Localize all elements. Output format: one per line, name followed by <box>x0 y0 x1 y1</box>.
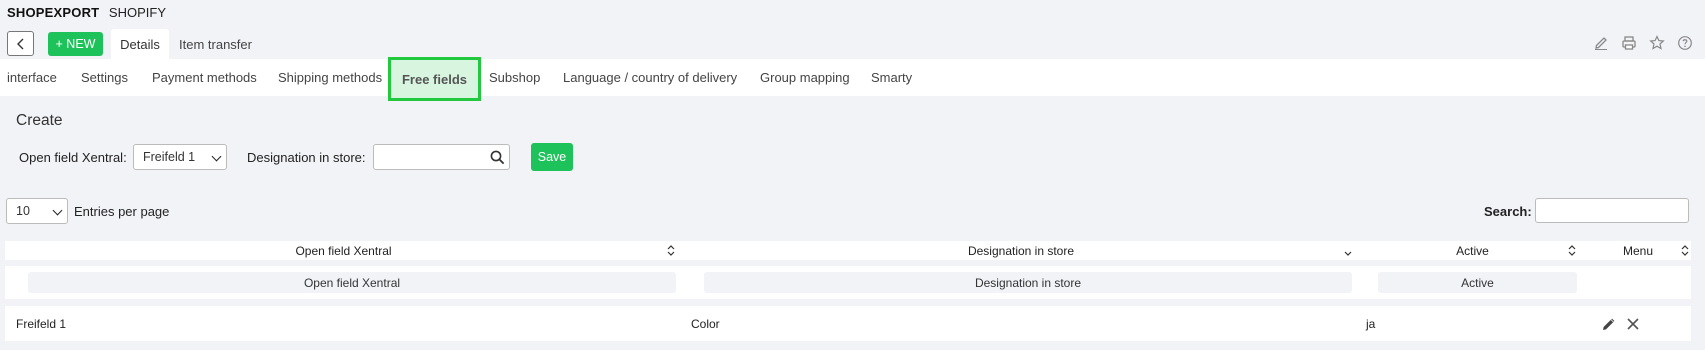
subnav-language-country[interactable]: Language / country of delivery <box>563 59 737 96</box>
toolbar-icons <box>1593 35 1693 51</box>
sort-icon[interactable] <box>1681 244 1689 257</box>
star-icon[interactable] <box>1649 35 1665 51</box>
open-field-select[interactable]: Freifeld 1 <box>133 144 227 170</box>
designation-label: Designation in store: <box>247 150 366 165</box>
cell-designation: Color <box>691 316 720 331</box>
edit-icon[interactable] <box>1601 316 1617 332</box>
subnav-payment-methods[interactable]: Payment methods <box>152 59 257 96</box>
column-header-open-field[interactable]: Open field Xentral <box>5 241 682 260</box>
module-name: SHOPEXPORT <box>7 5 100 20</box>
delete-icon[interactable] <box>1626 317 1640 331</box>
print-icon[interactable] <box>1621 35 1637 51</box>
entries-per-page-select[interactable]: 10 <box>6 198 68 224</box>
open-field-label: Open field Xentral: <box>19 150 127 165</box>
open-field-value: Freifeld 1 <box>143 150 196 164</box>
pencil-icon[interactable] <box>1593 35 1609 51</box>
create-heading: Create <box>16 112 63 129</box>
entries-value: 10 <box>16 204 30 218</box>
cell-active: ja <box>1366 316 1376 331</box>
subnav-shipping-methods[interactable]: Shipping methods <box>278 59 382 96</box>
sub-navigation: interface Settings Payment methods Shipp… <box>0 57 1705 101</box>
sort-icon[interactable] <box>1568 244 1576 257</box>
column-header-active[interactable]: Active <box>1360 241 1585 260</box>
cell-open-field: Freifeld 1 <box>16 316 67 331</box>
filter-open-field[interactable]: Open field Xentral <box>28 272 676 293</box>
subnav-subshop[interactable]: Subshop <box>489 59 540 96</box>
table-row: Freifeld 1 Color ja <box>5 306 1691 341</box>
tab-item-transfer[interactable]: Item transfer <box>179 29 252 59</box>
new-button[interactable]: + NEW <box>48 32 103 56</box>
subnav-group-mapping[interactable]: Group mapping <box>760 59 850 96</box>
save-button[interactable]: Save <box>531 143 573 171</box>
page-title: SHOPEXPORT SHOPIFY <box>7 5 166 20</box>
search-icon[interactable] <box>490 150 505 165</box>
table-filter-row: Open field Xentral Designation in store … <box>5 266 1691 299</box>
filter-active[interactable]: Active <box>1378 272 1577 293</box>
chevron-down-icon <box>52 205 63 216</box>
chevron-down-icon <box>211 151 222 162</box>
sort-desc-icon[interactable] <box>1344 244 1352 257</box>
module-sub: SHOPIFY <box>108 5 166 20</box>
subnav-interface[interactable]: interface <box>7 59 57 96</box>
help-icon[interactable] <box>1677 35 1693 51</box>
entries-per-page-label: Entries per page <box>74 204 170 219</box>
filter-designation[interactable]: Designation in store <box>704 272 1352 293</box>
search-label: Search: <box>1484 204 1532 219</box>
subnav-settings[interactable]: Settings <box>81 59 128 96</box>
subnav-smarty[interactable]: Smarty <box>871 59 912 96</box>
table-header: Open field Xentral Designation in store … <box>5 241 1691 260</box>
table-search-input[interactable] <box>1535 198 1689 223</box>
subnav-free-fields[interactable]: Free fields <box>388 57 481 101</box>
column-header-menu[interactable]: Menu <box>1585 241 1691 260</box>
sort-icon[interactable] <box>667 244 675 257</box>
column-header-designation[interactable]: Designation in store <box>682 241 1360 260</box>
tab-details[interactable]: Details <box>111 29 169 59</box>
designation-input[interactable] <box>373 144 510 170</box>
back-button[interactable] <box>7 31 34 56</box>
chevron-left-icon <box>16 38 23 49</box>
